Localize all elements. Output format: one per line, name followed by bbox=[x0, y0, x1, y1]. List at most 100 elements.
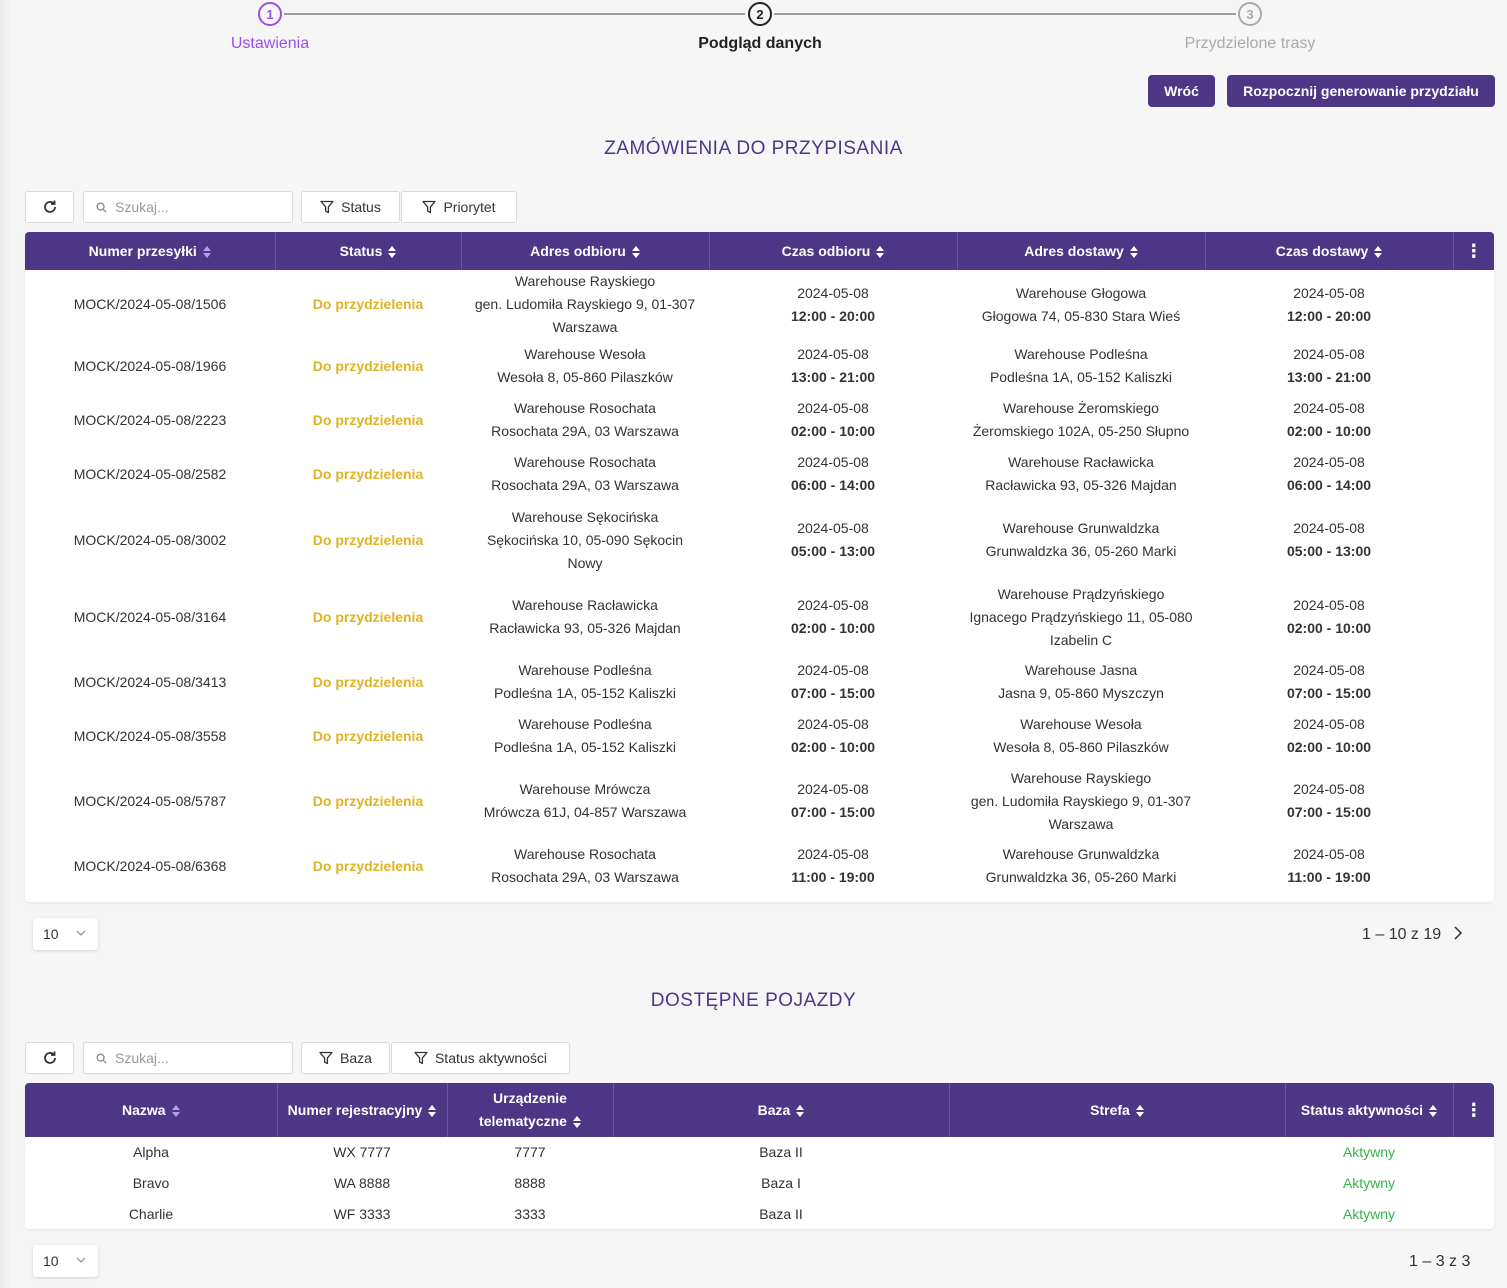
column-header-pickup-address[interactable]: Adres odbioru bbox=[461, 232, 710, 270]
table-row[interactable]: MOCK/2024-05-08/3002 Do przydzielenia Ware… bbox=[25, 501, 1494, 579]
address-line: Warehouse Mrówcza bbox=[519, 781, 651, 797]
chevron-right-icon bbox=[1454, 926, 1463, 940]
delivery-address: Warehouse Żeromskiego Żeromskiego 102A, 0… bbox=[957, 393, 1205, 447]
column-header-activity-status[interactable]: Status aktywności bbox=[1285, 1083, 1454, 1137]
sort-icon[interactable] bbox=[428, 1105, 437, 1118]
table-row[interactable]: MOCK/2024-05-08/2223 Do przydzielenia Ware… bbox=[25, 393, 1494, 447]
pickup-address: Warehouse Podleśna Podleśna 1A, 05-152 Ka… bbox=[461, 655, 709, 709]
delivery-address: Warehouse Podleśna Podleśna 1A, 05-152 Ka… bbox=[957, 339, 1205, 393]
vehicles-search-field[interactable] bbox=[83, 1042, 293, 1074]
orders-search-input[interactable] bbox=[115, 199, 275, 215]
column-menu-button[interactable]: ⋮ bbox=[1453, 1083, 1494, 1137]
table-row[interactable]: MOCK/2024-05-08/3413 Do przydzielenia Ware… bbox=[25, 655, 1494, 709]
column-header-delivery-time[interactable]: Czas dostawy bbox=[1205, 232, 1454, 270]
orders-page-size-select[interactable]: 10 bbox=[33, 918, 98, 950]
chevron-down-icon bbox=[76, 930, 86, 936]
filter-base-button[interactable]: Baza bbox=[301, 1042, 390, 1074]
refresh-icon bbox=[43, 200, 56, 213]
filter-priority-button[interactable]: Priorytet bbox=[401, 191, 517, 223]
delivery-time: 2024-05-08 06:00 - 14:00 bbox=[1205, 447, 1453, 501]
pickup-time: 2024-05-08 02:00 - 10:00 bbox=[709, 579, 957, 655]
orders-next-page-button[interactable] bbox=[1453, 924, 1463, 947]
sort-icon[interactable] bbox=[796, 1105, 805, 1118]
table-row[interactable]: MOCK/2024-05-08/5787 Do przydzielenia Ware… bbox=[25, 763, 1494, 839]
address-line: Warehouse Rayskiego bbox=[514, 273, 656, 289]
filter-status-button[interactable]: Status bbox=[301, 191, 400, 223]
address-line: Wesoła 8, 05-860 Pilaszków bbox=[497, 369, 673, 385]
vehicle-base: Baza II bbox=[759, 1144, 803, 1160]
orders-search-field[interactable] bbox=[83, 191, 293, 223]
column-menu-button[interactable]: ⋮ bbox=[1453, 232, 1494, 270]
table-row[interactable]: MOCK/2024-05-08/3558 Do przydzielenia Ware… bbox=[25, 709, 1494, 763]
table-row[interactable]: MOCK/2024-05-08/3164 Do przydzielenia Ware… bbox=[25, 579, 1494, 655]
table-row[interactable]: MOCK/2024-05-08/1966 Do przydzielenia Ware… bbox=[25, 339, 1494, 393]
row-spacer bbox=[1453, 709, 1494, 763]
address-line: Izabelin C bbox=[1049, 631, 1113, 648]
vehicles-search-input[interactable] bbox=[115, 1050, 275, 1066]
address-line: Ignacego Prądzyńskiego 11, 05-080 bbox=[969, 608, 1193, 625]
address-line: Warehouse Wesoła bbox=[524, 346, 646, 362]
pickup-address: Warehouse Podleśna Podleśna 1A, 05-152 Ka… bbox=[461, 709, 709, 763]
table-row[interactable]: Bravo WA 8888 8888 Baza I Aktywny bbox=[25, 1168, 1494, 1199]
column-header-pickup-time[interactable]: Czas odbioru bbox=[709, 232, 958, 270]
column-header-name[interactable]: Nazwa bbox=[25, 1083, 278, 1137]
back-button[interactable]: Wróć bbox=[1148, 75, 1215, 107]
sort-icon[interactable] bbox=[1129, 246, 1138, 259]
address-line: gen. Ludomiła Rayskiego 9, 01-307 bbox=[970, 792, 1192, 809]
step-number: 1 bbox=[258, 2, 282, 26]
status-badge: Do przydzielenia bbox=[312, 531, 424, 548]
table-row[interactable]: MOCK/2024-05-08/1506 Do przydzielenia Ware… bbox=[25, 270, 1494, 339]
address-line: Warehouse Racławicka bbox=[1008, 454, 1154, 470]
start-generation-button[interactable]: Rozpocznij generowanie przydziału bbox=[1227, 75, 1495, 107]
column-header-status[interactable]: Status bbox=[275, 232, 462, 270]
address-line: Warszawa bbox=[1048, 815, 1114, 832]
pickup-address: Warehouse Rayskiego gen. Ludomiła Rayskie… bbox=[461, 270, 709, 339]
step-label: Przydzielone trasy bbox=[1184, 35, 1316, 52]
shipment-number: MOCK/2024-05-08/5787 bbox=[73, 792, 227, 809]
address-line: Podleśna 1A, 05-152 Kaliszki bbox=[989, 369, 1173, 385]
vehicles-section-title: DOSTĘPNE POJAZDY bbox=[650, 990, 857, 1011]
sort-icon[interactable] bbox=[1374, 246, 1383, 259]
address-line: Grunwaldzka 36, 05-260 Marki bbox=[985, 543, 1177, 559]
address-line: Warehouse Rosochata bbox=[514, 846, 656, 862]
pickup-address: Warehouse Sękocińska Sękocińska 10, 05-09… bbox=[461, 501, 709, 579]
table-row[interactable]: Alpha WX 7777 7777 Baza II Aktywny bbox=[25, 1137, 1494, 1168]
address-line: Warehouse Rayskiego bbox=[1010, 769, 1152, 786]
row-spacer bbox=[1453, 839, 1494, 893]
column-header-telematics[interactable]: Urządzenie telematyczne bbox=[447, 1083, 614, 1137]
status-badge: Do przydzielenia bbox=[312, 296, 424, 312]
sort-icon[interactable] bbox=[388, 246, 397, 259]
filter-activity-status-button[interactable]: Status aktywności bbox=[391, 1042, 570, 1074]
table-row[interactable]: MOCK/2024-05-08/2582 Do przydzielenia Ware… bbox=[25, 447, 1494, 501]
column-header-zone[interactable]: Strefa bbox=[949, 1083, 1286, 1137]
delivery-time-window: 11:00 - 19:00 bbox=[1287, 869, 1371, 885]
sort-icon[interactable] bbox=[171, 1105, 180, 1118]
step-label: Ustawienia bbox=[230, 35, 310, 52]
column-header-shipment-number[interactable]: Numer przesyłki bbox=[25, 232, 276, 270]
sort-icon[interactable] bbox=[876, 246, 885, 259]
pickup-address: Warehouse Rosochata Rosochata 29A, 03 War… bbox=[461, 393, 709, 447]
orders-table: Numer przesyłki Status Adres odbioru Cza… bbox=[25, 232, 1494, 902]
sort-icon[interactable] bbox=[1429, 1105, 1438, 1118]
sort-icon[interactable] bbox=[572, 1116, 581, 1129]
address-line: Jasna 9, 05-860 Myszczyn bbox=[998, 685, 1164, 701]
refresh-button[interactable] bbox=[25, 191, 74, 223]
refresh-button[interactable] bbox=[25, 1042, 74, 1074]
column-header-base[interactable]: Baza bbox=[613, 1083, 950, 1137]
delivery-address: Warehouse Wesoła Wesoła 8, 05-860 Pilaszk… bbox=[957, 709, 1205, 763]
delivery-time-window: 02:00 - 10:00 bbox=[1286, 423, 1372, 439]
pickup-time-window: 05:00 - 13:00 bbox=[790, 543, 876, 559]
sort-icon[interactable] bbox=[1135, 1105, 1144, 1118]
delivery-time: 2024-05-08 13:00 - 21:00 bbox=[1205, 339, 1453, 393]
sort-icon[interactable] bbox=[631, 246, 640, 259]
status-badge: Do przydzielenia bbox=[312, 727, 424, 744]
column-header-delivery-address[interactable]: Adres dostawy bbox=[957, 232, 1206, 270]
table-row[interactable]: Charlie WF 3333 3333 Baza II Aktywny bbox=[25, 1199, 1494, 1229]
pickup-date: 2024-05-08 bbox=[797, 454, 869, 470]
pickup-date: 2024-05-08 bbox=[797, 284, 869, 301]
table-row[interactable]: MOCK/2024-05-08/6368 Do przydzielenia Ware… bbox=[25, 839, 1494, 893]
column-header-registration[interactable]: Numer rejestracyjny bbox=[277, 1083, 448, 1137]
vehicles-page-size-select[interactable]: 10 bbox=[33, 1245, 98, 1277]
sort-icon[interactable] bbox=[202, 246, 211, 259]
delivery-time: 2024-05-08 02:00 - 10:00 bbox=[1205, 579, 1453, 655]
